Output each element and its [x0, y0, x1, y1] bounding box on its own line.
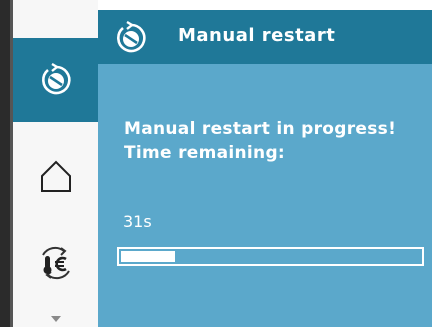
home-icon	[40, 160, 71, 192]
manual-restart-icon	[117, 21, 146, 53]
page-title: Manual restart	[178, 25, 336, 46]
sidebar	[13, 0, 98, 327]
progress-bar-fill	[121, 251, 175, 262]
main-panel: Manual restart Manual restart in progres…	[98, 10, 432, 327]
time-remaining-value: 31s	[123, 212, 152, 231]
sidebar-item-home[interactable]	[13, 130, 98, 222]
status-message-line1: Manual restart in progress!	[124, 119, 397, 139]
status-message-line2: Time remaining:	[124, 143, 286, 163]
status-message: Manual restart in progress! Time remaini…	[124, 117, 396, 165]
progress-bar	[117, 247, 424, 266]
sidebar-item-manual-restart[interactable]	[13, 38, 98, 122]
chevron-down-icon[interactable]	[51, 316, 61, 322]
header: Manual restart	[98, 10, 432, 64]
sidebar-item-energy[interactable]	[13, 228, 98, 298]
manual-restart-icon	[41, 63, 71, 95]
energy-icon	[41, 246, 70, 280]
